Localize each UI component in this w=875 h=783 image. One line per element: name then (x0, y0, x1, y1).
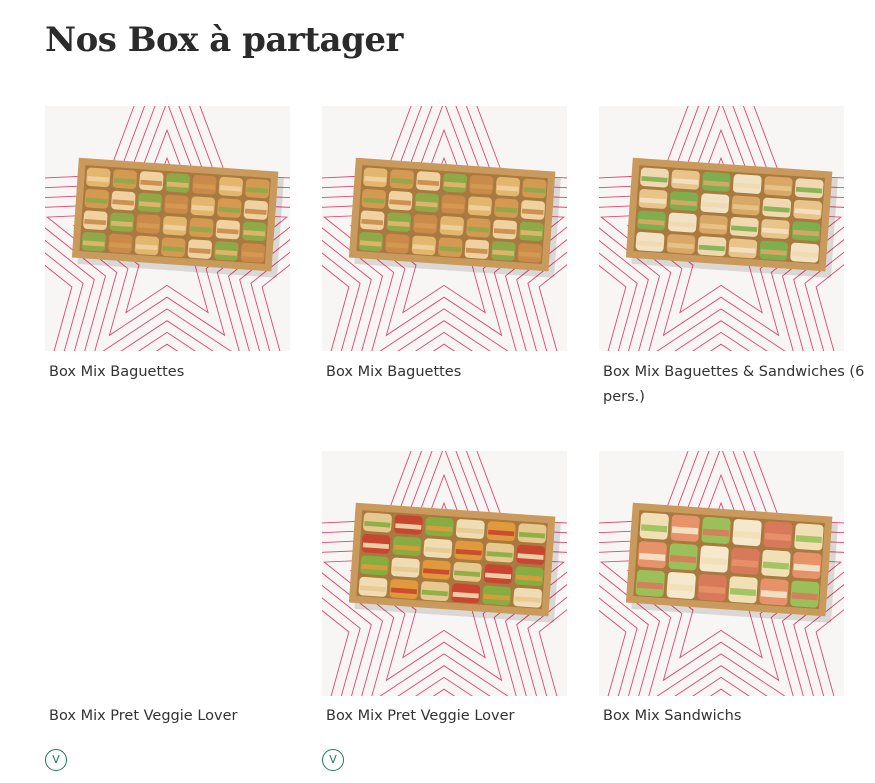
product-image[interactable] (599, 451, 844, 696)
product-photo (322, 106, 567, 351)
product-card[interactable]: Box Mix Pret Veggie Lover V (322, 451, 590, 776)
product-image[interactable] (45, 106, 290, 351)
product-name[interactable]: Box Mix Baguettes & Sandwiches (6 pers.) (603, 360, 865, 410)
product-image[interactable] (322, 451, 567, 696)
veggie-v-icon: V (322, 749, 344, 771)
product-card[interactable]: Box Mix Sandwichs (599, 451, 867, 751)
product-name[interactable]: Box Mix Pret Veggie Lover (49, 704, 311, 729)
kraft-box (348, 157, 561, 278)
product-name[interactable]: Box Mix Pret Veggie Lover (326, 704, 588, 729)
product-photo (45, 106, 290, 351)
product-photo (599, 106, 844, 351)
kraft-box (71, 157, 284, 278)
veggie-v-icon: V (45, 749, 67, 771)
kraft-box (625, 157, 838, 278)
product-card[interactable]: Box Mix Pret Veggie Lover V (45, 451, 313, 776)
kraft-box (348, 502, 561, 623)
product-card[interactable]: Box Mix Baguettes (45, 106, 313, 406)
product-card[interactable]: Box Mix Baguettes (322, 106, 590, 406)
page-title: Nos Box à partager (45, 20, 403, 60)
kraft-box (625, 502, 838, 623)
product-name[interactable]: Box Mix Baguettes (49, 360, 311, 385)
product-image[interactable] (599, 106, 844, 351)
product-name[interactable]: Box Mix Sandwichs (603, 704, 865, 729)
product-card[interactable]: Box Mix Baguettes & Sandwiches (6 pers.) (599, 106, 867, 406)
product-image[interactable] (322, 106, 567, 351)
product-photo (322, 451, 567, 696)
product-name[interactable]: Box Mix Baguettes (326, 360, 588, 385)
product-photo (599, 451, 844, 696)
